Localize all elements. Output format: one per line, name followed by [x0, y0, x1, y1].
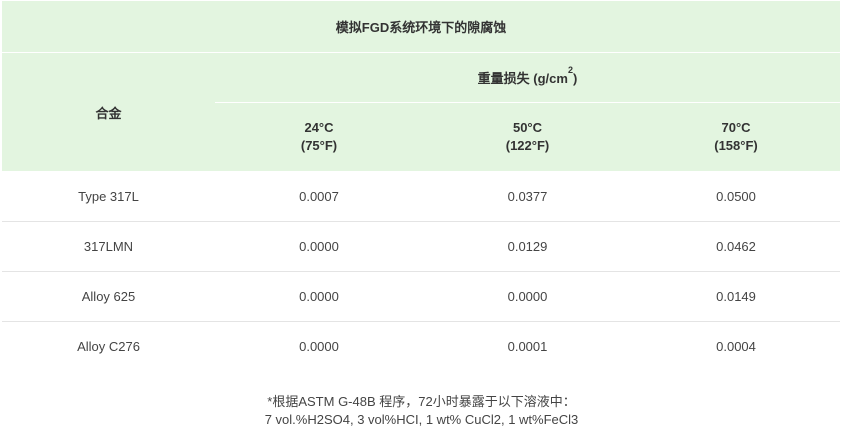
footnote-line-1: *根据ASTM G-48B 程序，72小时暴露于以下溶液中： — [267, 394, 576, 409]
temperature-celsius: 50°C — [512, 120, 543, 135]
footnote-line-2: 7 vol.%H2SO4, 3 vol%HCI, 1 wt% CuCl2, 1 … — [264, 412, 579, 427]
weight-loss-24c: 0.0000 — [215, 321, 423, 371]
alloy-column-header: 合金 — [2, 52, 215, 171]
weight-loss-24c: 0.0007 — [299, 188, 339, 204]
alloy-name: Type 317L — [78, 188, 139, 204]
weight-loss-70c: 0.0500 — [716, 188, 756, 204]
temperature-header-70c: 70°C (158°F) — [632, 102, 841, 171]
table-container: 模拟FGD系统环境下的隙腐蚀 合金 重量损失 (g/cm2) 24°C (75°… — [2, 1, 841, 371]
weight-loss-24c: 0.0000 — [215, 221, 423, 272]
table-title-row: 模拟FGD系统环境下的隙腐蚀 — [2, 1, 841, 53]
table-title: 模拟FGD系统环境下的隙腐蚀 — [2, 1, 841, 53]
weight-loss-50c: 0.0001 — [423, 321, 632, 371]
table-row: Type 317L 0.0007 0.0377 0.0500 — [2, 171, 840, 222]
weight-loss-50c: 0.0129 — [423, 221, 632, 272]
temperature-header-24c: 24°C (75°F) — [215, 102, 423, 171]
weight-loss-70c: 0.0462 — [632, 221, 841, 272]
weight-loss-close: ) — [572, 71, 578, 86]
table-row: Alloy C276 0.0000 0.0001 0.0004 — [2, 321, 841, 371]
temperature-fahrenheit: (122°F) — [505, 138, 550, 153]
temperature-celsius: 24°C — [304, 120, 334, 135]
temperature-header-50c: 50°C (122°F) — [423, 102, 632, 171]
weight-loss-50c: 0.0000 — [423, 271, 632, 322]
temperature-fahrenheit: (75°F) — [300, 138, 338, 153]
alloy-name: 317LMN — [2, 221, 215, 272]
weight-loss-header: 重量损失 (g/cm2) — [215, 52, 841, 103]
weight-loss-70c: 0.0004 — [632, 321, 841, 371]
weight-loss-label: 重量损失 (g/cm — [477, 71, 568, 86]
temperature-celsius: 70°C — [721, 120, 751, 135]
weight-loss-70c: 0.0149 — [632, 271, 841, 322]
header-row: 合金 重量损失 (g/cm2) — [2, 52, 841, 171]
footnote: *根据ASTM G-48B 程序，72小时暴露于以下溶液中： 7 vol.%H2… — [0, 393, 843, 429]
weight-loss-50c: 0.0377 — [507, 188, 548, 204]
weight-loss-unit-exponent: 2 — [567, 65, 573, 75]
corrosion-table: 模拟FGD系统环境下的隙腐蚀 合金 重量损失 (g/cm2) 24°C (75°… — [2, 1, 841, 371]
table-row: Alloy 625 0.0000 0.0000 0.0149 — [2, 271, 841, 322]
alloy-name: Alloy C276 — [2, 321, 215, 371]
alloy-name: Alloy 625 — [2, 271, 215, 322]
weight-loss-24c: 0.0000 — [215, 271, 423, 322]
table-row: 317LMN 0.0000 0.0129 0.0462 — [2, 221, 841, 272]
temperature-fahrenheit: (158°F) — [714, 138, 758, 153]
